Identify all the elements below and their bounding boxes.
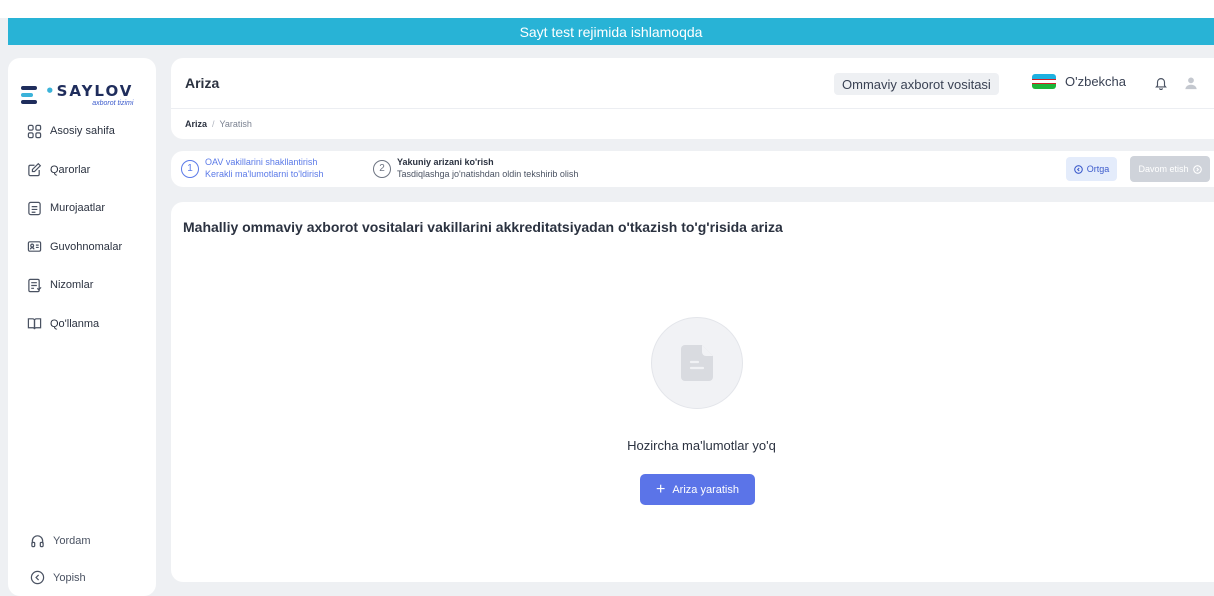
empty-document-icon <box>681 345 713 381</box>
breadcrumb-item-ariza[interactable]: Ariza <box>185 119 207 129</box>
id-card-icon <box>27 241 42 253</box>
sidebar-bottom: Yordam Yopish <box>8 522 156 596</box>
content-title: Mahalliy ommaviy axborot vositalari vaki… <box>183 219 783 235</box>
step-subtitle: Kerakli ma'lumotlarni to'ldirish <box>205 168 324 179</box>
browser-top-strip <box>0 0 1214 18</box>
headphones-icon <box>31 535 44 548</box>
organization-badge: Ommaviy axborot vositasi <box>834 73 999 95</box>
sidebar-item-yopish[interactable]: Yopish <box>8 559 156 596</box>
sidebar-item-label: Yordam <box>53 534 91 547</box>
user-avatar-icon[interactable] <box>1184 76 1198 90</box>
back-button[interactable]: Ortga <box>1066 157 1117 181</box>
step-title: Yakuniy arizani ko'rish <box>397 157 494 167</box>
sidebar-nav: Asosiy sahifa Qarorlar Murojaatlar Guvoh… <box>8 112 156 343</box>
chevron-right-circle-icon <box>1192 164 1202 174</box>
step-number: 2 <box>373 159 391 178</box>
breadcrumb: Ariza / Yaratish <box>171 108 1214 139</box>
page-title: Ariza <box>185 75 220 91</box>
book-icon <box>27 318 42 330</box>
chevron-left-circle-icon <box>30 570 45 585</box>
logo-title: SAYLOV <box>56 81 134 100</box>
sidebar-item-qarorlar[interactable]: Qarorlar <box>8 151 156 190</box>
back-button-label: Ortga <box>1086 164 1110 174</box>
step-2[interactable]: 2 Yakuniy arizani ko'rish Tasdiqlashga j… <box>373 157 578 180</box>
sidebar-item-yordam[interactable]: Yordam <box>8 522 156 559</box>
sidebar-item-murojaatlar[interactable]: Murojaatlar <box>8 189 156 228</box>
sidebar-item-label: Qarorlar <box>50 163 91 176</box>
step-subtitle: Tasdiqlashga jo'natishdan oldin tekshiri… <box>397 168 579 179</box>
sidebar-item-guvohnomalar[interactable]: Guvohnomalar <box>8 228 156 267</box>
logo[interactable]: • SAYLOV axborot tizimi <box>8 58 156 112</box>
test-mode-banner: Sayt test rejimida ishlamoqda <box>8 18 1214 45</box>
chevron-left-circle-icon <box>1073 164 1083 174</box>
sidebar-item-qollanma[interactable]: Qo'llanma <box>8 305 156 344</box>
document-list-icon <box>28 201 41 215</box>
main-content: Mahalliy ommaviy axborot vositalari vaki… <box>171 202 1214 582</box>
breadcrumb-item-yaratish: Yaratish <box>219 119 252 129</box>
create-application-label: Ariza yaratish <box>672 483 739 496</box>
empty-state-illustration <box>651 317 743 409</box>
empty-state-text: Hozircha ma'lumotlar yo'q <box>627 438 776 453</box>
step-1[interactable]: 1 OAV vakillarini shakllantirish Kerakli… <box>181 157 323 180</box>
logo-subtitle: axborot tizimi <box>92 99 134 107</box>
sidebar-item-label: Qo'llanma <box>50 317 100 330</box>
breadcrumb-separator: / <box>212 119 215 129</box>
create-application-button[interactable]: + Ariza yaratish <box>640 474 755 505</box>
sidebar-item-nizomlar[interactable]: Nizomlar <box>8 266 156 305</box>
edit-icon <box>28 163 42 177</box>
sidebar-item-label: Murojaatlar <box>50 202 106 215</box>
sidebar: • SAYLOV axborot tizimi Asosiy sahifa Qar… <box>8 58 156 596</box>
language-selector[interactable]: O'zbekcha <box>1032 74 1126 89</box>
sidebar-item-label: Nizomlar <box>50 279 94 292</box>
continue-button-label: Davom etish <box>1138 164 1189 174</box>
page-header: Ariza Ommaviy axborot vositasi O'zbekcha <box>171 58 1214 108</box>
sidebar-item-label: Yopish <box>53 571 86 584</box>
step-number: 1 <box>181 159 199 178</box>
steps-bar: 1 OAV vakillarini shakllantirish Kerakli… <box>171 151 1214 187</box>
language-label: O'zbekcha <box>1065 74 1127 89</box>
sidebar-item-asosiy-sahifa[interactable]: Asosiy sahifa <box>8 112 156 151</box>
continue-button[interactable]: Davom etish <box>1130 156 1210 182</box>
sidebar-item-label: Asosiy sahifa <box>50 125 115 138</box>
logo-text: • SAYLOV axborot tizimi <box>45 81 134 107</box>
regulation-icon <box>28 278 42 292</box>
uzbekistan-flag-icon <box>1032 74 1056 89</box>
bell-icon[interactable] <box>1154 76 1168 90</box>
step-title: OAV vakillarini shakllantirish <box>205 157 318 167</box>
plus-icon: + <box>656 480 666 498</box>
logo-mark-icon <box>21 84 39 106</box>
grid-icon <box>27 124 42 138</box>
sidebar-item-label: Guvohnomalar <box>50 240 123 253</box>
